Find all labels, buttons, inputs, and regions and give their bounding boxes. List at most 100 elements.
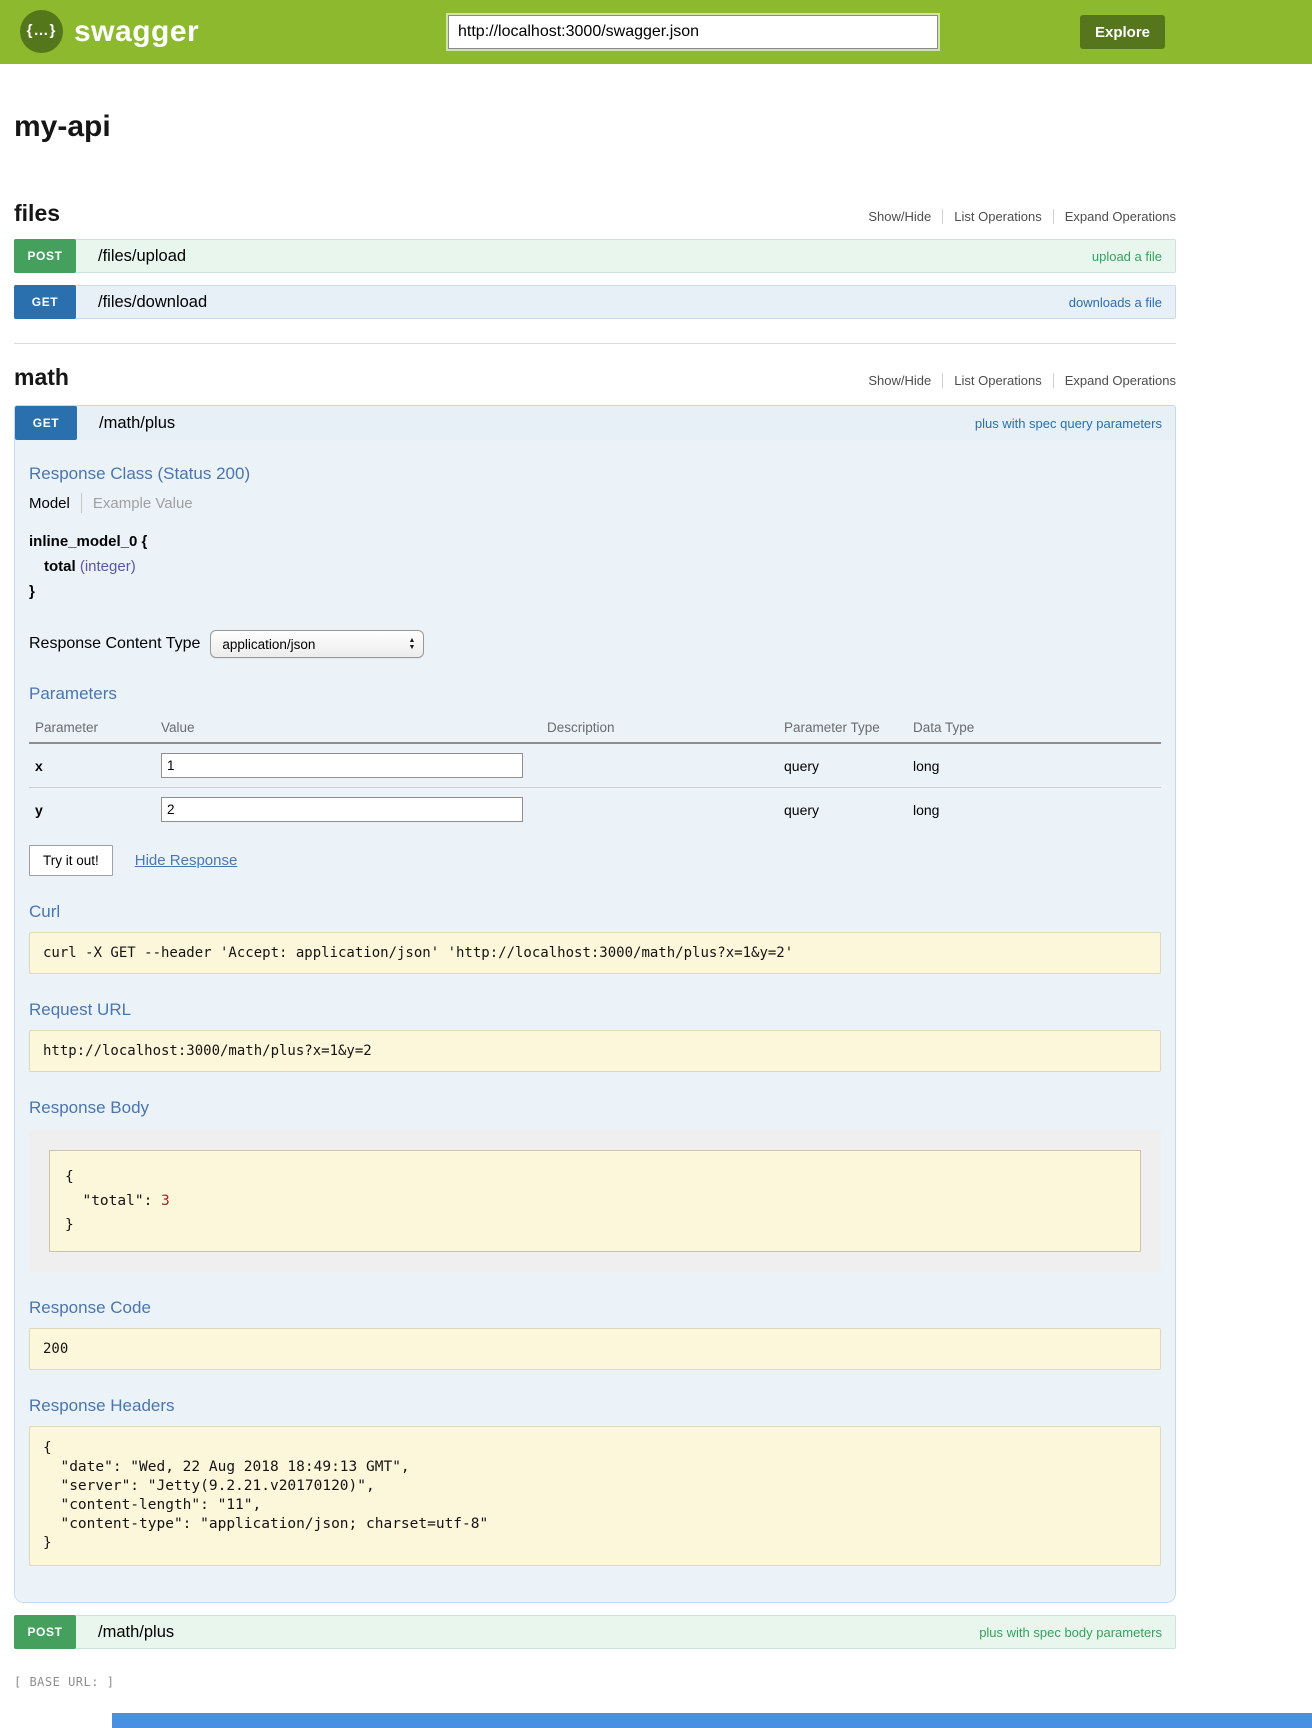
response-body-container: { "total": 3 } — [29, 1130, 1161, 1272]
selected-content-type: application/json — [222, 637, 315, 652]
parameter-description — [547, 743, 784, 788]
operation-summary[interactable]: downloads a file — [1069, 295, 1162, 310]
try-it-out-row: Try it out! Hide Response — [29, 845, 1161, 876]
list-operations-link[interactable]: List Operations — [942, 209, 1052, 224]
operation-row-post-files-upload[interactable]: POST /files/upload upload a file — [14, 239, 1176, 273]
operation-path[interactable]: /files/upload — [98, 247, 186, 266]
operation-path[interactable]: /files/download — [98, 293, 207, 312]
response-code-heading: Response Code — [29, 1298, 1161, 1318]
operation-path[interactable]: /math/plus — [99, 414, 175, 433]
operation-panel-get-math-plus: GET /math/plus plus with spec query para… — [14, 405, 1176, 1603]
parameters-heading: Parameters — [29, 684, 1161, 704]
swagger-logo[interactable]: {…} swagger — [20, 10, 199, 53]
json-number-value: 3 — [161, 1193, 170, 1209]
section-divider — [14, 343, 1176, 344]
response-headers-heading: Response Headers — [29, 1396, 1161, 1416]
parameter-name: y — [29, 788, 161, 832]
get-method-badge: GET — [15, 406, 77, 440]
response-code-value: 200 — [29, 1328, 1161, 1370]
operation-summary[interactable]: plus with spec query parameters — [975, 416, 1162, 431]
model-property-type: (integer) — [80, 558, 136, 575]
parameter-name: x — [29, 743, 161, 788]
response-content-type-row: Response Content Type application/json ▲… — [29, 630, 1161, 658]
model-close-line: } — [29, 579, 1161, 604]
main-content: my-api files Show/Hide List Operations E… — [14, 110, 1176, 1689]
header-bar: {…} swagger Explore — [0, 0, 1312, 64]
parameter-data-type: long — [913, 788, 1161, 832]
files-resource-controls: Show/Hide List Operations Expand Operati… — [857, 209, 1176, 224]
math-section-header: math Show/Hide List Operations Expand Op… — [14, 364, 1176, 391]
bottom-blue-bar — [112, 1713, 1312, 1728]
try-it-out-button[interactable]: Try it out! — [29, 845, 113, 876]
math-section: math Show/Hide List Operations Expand Op… — [14, 364, 1176, 1649]
parameter-y-input[interactable] — [161, 797, 523, 822]
json-line-total: "total": 3 — [65, 1189, 1125, 1213]
response-content-type-select[interactable]: application/json ▲ ▼ — [210, 630, 424, 658]
response-content-type-label: Response Content Type — [29, 635, 200, 653]
response-class-tabs: Model Example Value — [29, 493, 1161, 513]
operation-summary[interactable]: plus with spec body parameters — [979, 1625, 1162, 1640]
parameter-type: query — [784, 788, 913, 832]
swagger-brace-icon: {…} — [20, 10, 63, 53]
tab-model[interactable]: Model — [29, 495, 70, 512]
base-url-label: [ BASE URL: ] — [14, 1675, 1176, 1689]
model-open-line: inline_model_0 { — [29, 529, 1161, 554]
operation-row-get-files-download[interactable]: GET /files/download downloads a file — [14, 285, 1176, 319]
column-data-type: Data Type — [913, 714, 1161, 743]
explore-button[interactable]: Explore — [1080, 15, 1165, 49]
post-method-badge: POST — [14, 1615, 76, 1649]
hide-response-link[interactable]: Hide Response — [135, 852, 238, 869]
operation-summary[interactable]: upload a file — [1092, 249, 1162, 264]
caret-down-icon: ▼ — [408, 644, 415, 651]
resource-title-files: files — [14, 200, 60, 227]
expand-operations-link[interactable]: Expand Operations — [1053, 209, 1176, 224]
show-hide-link[interactable]: Show/Hide — [857, 373, 942, 388]
curl-heading: Curl — [29, 902, 1161, 922]
caret-up-icon: ▲ — [408, 637, 415, 644]
parameters-header-row: Parameter Value Description Parameter Ty… — [29, 714, 1161, 743]
parameter-row-y: y query long — [29, 788, 1161, 832]
operation-row-get-math-plus[interactable]: GET /math/plus plus with spec query para… — [15, 406, 1175, 440]
chevron-up-down-icon: ▲ ▼ — [408, 637, 415, 651]
files-section-header: files Show/Hide List Operations Expand O… — [14, 200, 1176, 227]
parameter-x-input[interactable] — [161, 753, 523, 778]
response-body-json: { "total": 3 } — [49, 1150, 1141, 1252]
math-resource-controls: Show/Hide List Operations Expand Operati… — [857, 373, 1176, 388]
page-title: my-api — [14, 110, 1176, 144]
parameter-description — [547, 788, 784, 832]
column-value: Value — [161, 714, 547, 743]
swagger-logo-text: swagger — [74, 15, 199, 49]
parameters-table: Parameter Value Description Parameter Ty… — [29, 714, 1161, 831]
tab-separator — [81, 493, 82, 513]
post-method-badge: POST — [14, 239, 76, 273]
operation-content: Response Class (Status 200) Model Exampl… — [15, 440, 1175, 1602]
parameter-data-type: long — [913, 743, 1161, 788]
json-key: "total": — [65, 1193, 161, 1209]
operation-path[interactable]: /math/plus — [98, 1623, 174, 1642]
response-class-heading: Response Class (Status 200) — [29, 464, 1161, 484]
column-description: Description — [547, 714, 784, 743]
operation-row-post-math-plus[interactable]: POST /math/plus plus with spec body para… — [14, 1615, 1176, 1649]
list-operations-link[interactable]: List Operations — [942, 373, 1052, 388]
request-url-value: http://localhost:3000/math/plus?x=1&y=2 — [29, 1030, 1161, 1072]
response-headers-value: { "date": "Wed, 22 Aug 2018 18:49:13 GMT… — [29, 1426, 1161, 1566]
model-property-name: total — [44, 558, 76, 575]
spec-url-input[interactable] — [448, 15, 938, 49]
parameter-type: query — [784, 743, 913, 788]
files-section: files Show/Hide List Operations Expand O… — [14, 200, 1176, 319]
curl-command: curl -X GET --header 'Accept: applicatio… — [29, 932, 1161, 974]
get-method-badge: GET — [14, 285, 76, 319]
response-body-heading: Response Body — [29, 1098, 1161, 1118]
tab-example-value[interactable]: Example Value — [93, 495, 193, 512]
json-line-open: { — [65, 1165, 1125, 1189]
request-url-heading: Request URL — [29, 1000, 1161, 1020]
model-property: total (integer) — [44, 554, 1161, 579]
model-definition: inline_model_0 { total (integer) } — [29, 529, 1161, 604]
column-parameter-type: Parameter Type — [784, 714, 913, 743]
expand-operations-link[interactable]: Expand Operations — [1053, 373, 1176, 388]
resource-title-math: math — [14, 364, 69, 391]
column-parameter: Parameter — [29, 714, 161, 743]
parameter-row-x: x query long — [29, 743, 1161, 788]
json-line-close: } — [65, 1213, 1125, 1237]
show-hide-link[interactable]: Show/Hide — [857, 209, 942, 224]
